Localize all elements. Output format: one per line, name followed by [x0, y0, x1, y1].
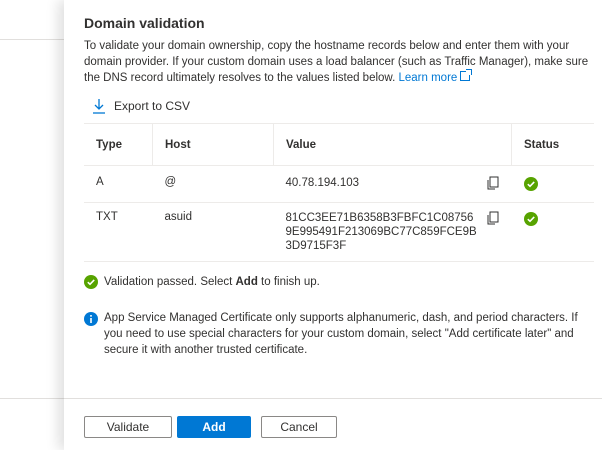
table-header-row: Type Host Value Status — [84, 123, 594, 166]
learn-more-link[interactable]: Learn more — [398, 69, 473, 84]
record-value-cell: 40.78.194.103 — [273, 165, 512, 203]
column-header-status: Status — [511, 123, 594, 166]
record-type: A — [84, 165, 153, 203]
description-text: To validate your domain ownership, copy … — [84, 40, 589, 84]
copy-icon[interactable] — [486, 211, 500, 225]
export-csv-button[interactable]: Export to CSV — [92, 98, 190, 114]
download-icon — [93, 99, 105, 114]
record-type: TXT — [84, 202, 153, 262]
background-divider — [0, 398, 64, 399]
record-value-cell: 81CC3EE71B6358B3FBFC1C087569E995491F2130… — [273, 202, 512, 262]
validation-status-message: Validation passed. Select Add to finish … — [84, 275, 320, 289]
info-icon — [84, 312, 98, 326]
add-button[interactable]: Add — [177, 416, 251, 438]
copy-icon[interactable] — [486, 176, 500, 190]
panel-title: Domain validation — [84, 15, 205, 31]
check-circle-icon — [84, 275, 98, 289]
record-host: @ — [152, 165, 274, 203]
column-header-value: Value — [273, 123, 512, 166]
export-csv-label: Export to CSV — [114, 99, 191, 113]
table-row: A @ 40.78.194.103 — [84, 165, 594, 203]
validation-bold: Add — [235, 276, 258, 288]
validate-button[interactable]: Validate — [84, 416, 172, 438]
background-divider — [0, 39, 64, 40]
record-status — [511, 165, 594, 203]
check-circle-icon — [523, 212, 538, 226]
background-page — [0, 0, 64, 450]
dns-records-table: Type Host Value Status A @ 40.78.194.103 — [84, 123, 594, 262]
check-circle-icon — [523, 177, 538, 191]
record-value: 81CC3EE71B6358B3FBFC1C087569E995491F2130… — [285, 212, 477, 252]
learn-more-label: Learn more — [398, 72, 458, 84]
external-link-icon — [460, 69, 473, 81]
panel-description: To validate your domain ownership, copy … — [84, 38, 594, 86]
column-header-host: Host — [152, 123, 274, 166]
record-status — [511, 202, 594, 262]
table-row: TXT asuid 81CC3EE71B6358B3FBFC1C087569E9… — [84, 202, 594, 262]
cancel-button[interactable]: Cancel — [261, 416, 337, 438]
validation-text: Validation passed. Select Add to finish … — [104, 276, 320, 288]
column-header-type: Type — [84, 123, 153, 166]
record-host: asuid — [152, 202, 274, 262]
footer-divider — [64, 398, 602, 399]
record-value: 40.78.194.103 — [285, 177, 360, 189]
validation-suffix: to finish up. — [257, 276, 320, 288]
validation-prefix: Validation passed. Select — [104, 276, 236, 288]
info-text: App Service Managed Certificate only sup… — [104, 312, 578, 356]
domain-validation-panel: Domain validation To validate your domai… — [64, 0, 602, 450]
certificate-info-message: App Service Managed Certificate only sup… — [84, 310, 594, 358]
